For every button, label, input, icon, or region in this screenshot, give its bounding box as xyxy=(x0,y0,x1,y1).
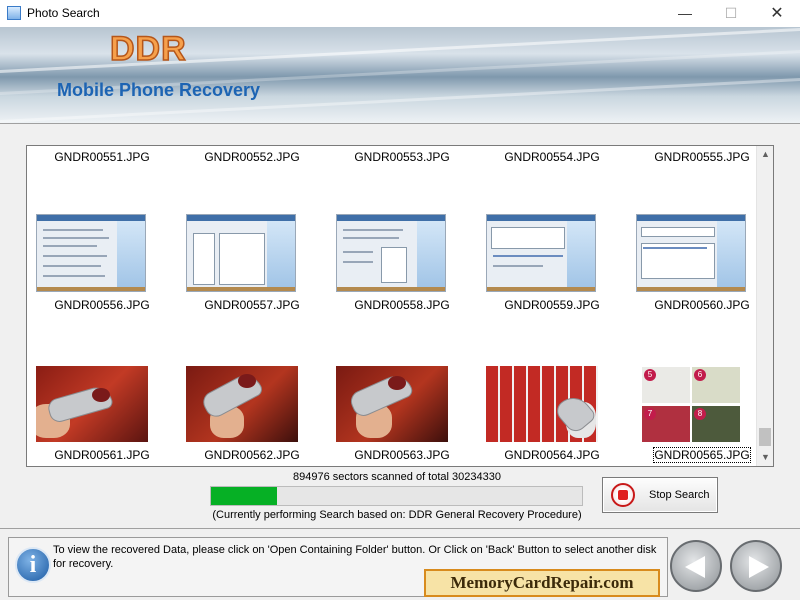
scan-progress-bar xyxy=(210,486,583,506)
file-name: GNDR00551.JPG xyxy=(54,150,150,164)
thumbnail-image xyxy=(36,214,146,292)
back-button[interactable] xyxy=(670,540,722,592)
next-button[interactable] xyxy=(730,540,782,592)
back-arrow-icon xyxy=(685,556,705,578)
scroll-up-icon[interactable]: ▲ xyxy=(757,146,773,163)
file-name: GNDR00562.JPG xyxy=(204,448,300,462)
thumbnail-image xyxy=(186,366,298,442)
brand-logo: DDR xyxy=(109,29,187,69)
thumbnail-image xyxy=(336,214,446,292)
watermark-logo: MemoryCardRepair.com xyxy=(424,569,660,597)
bottom-bar: i To view the recovered Data, please cli… xyxy=(0,528,800,600)
stop-search-label: Stop Search xyxy=(649,489,710,501)
vertical-scrollbar[interactable]: ▲ ▼ xyxy=(756,146,773,466)
progress-fill xyxy=(211,487,277,505)
collage-number: 8 xyxy=(694,408,706,420)
next-arrow-icon xyxy=(749,556,769,578)
results-panel: GNDR00551.JPG GNDR00552.JPG GNDR00553.JP… xyxy=(0,123,800,528)
file-name: GNDR00558.JPG xyxy=(354,298,450,312)
close-button[interactable]: ✕ xyxy=(754,0,800,27)
title-bar: Photo Search — ☐ ✕ xyxy=(0,0,800,27)
file-name-wrap: GNDR00565.JPG xyxy=(627,447,773,463)
file-name: GNDR00553.JPG xyxy=(354,150,450,164)
file-name: GNDR00559.JPG xyxy=(504,298,600,312)
window-title: Photo Search xyxy=(27,6,100,20)
file-name: GNDR00564.JPG xyxy=(504,448,600,462)
info-icon: i xyxy=(15,547,51,583)
file-name: GNDR00555.JPG xyxy=(654,150,750,164)
thumbnail-grid[interactable]: GNDR00551.JPG GNDR00552.JPG GNDR00553.JP… xyxy=(26,145,774,467)
stop-search-button[interactable]: Stop Search xyxy=(602,477,718,513)
product-subtitle: Mobile Phone Recovery xyxy=(57,80,261,100)
stop-icon xyxy=(611,483,635,507)
collage-number: 7 xyxy=(644,408,656,420)
thumbnail-image xyxy=(486,366,598,442)
file-name: GNDR00560.JPG xyxy=(654,298,750,312)
file-name: GNDR00561.JPG xyxy=(54,448,150,462)
scrollbar-thumb[interactable] xyxy=(759,428,771,446)
thumbnail-image xyxy=(336,366,448,442)
collage-number: 6 xyxy=(694,369,706,381)
info-message: To view the recovered Data, please click… xyxy=(53,544,657,570)
procedure-status: (Currently performing Search based on: D… xyxy=(212,509,582,521)
app-icon xyxy=(7,6,21,20)
maximize-button[interactable]: ☐ xyxy=(708,0,754,27)
file-name: GNDR00563.JPG xyxy=(354,448,450,462)
file-name: GNDR00552.JPG xyxy=(204,150,300,164)
file-name: GNDR00556.JPG xyxy=(54,298,150,312)
thumbnail-image xyxy=(636,214,746,292)
thumbnail-image xyxy=(186,214,296,292)
thumbnail-image: 5 6 7 8 xyxy=(641,366,741,444)
sectors-status: 894976 sectors scanned of total 30234330 xyxy=(293,471,501,483)
scroll-down-icon[interactable]: ▼ xyxy=(757,449,773,466)
file-name: GNDR00554.JPG xyxy=(504,150,600,164)
header-banner: DDR Mobile Phone Recovery xyxy=(0,27,800,123)
thumbnail-image xyxy=(486,214,596,292)
collage-number: 5 xyxy=(644,369,656,381)
minimize-button[interactable]: — xyxy=(662,0,708,27)
thumbnail-image xyxy=(36,366,148,442)
file-name: GNDR00557.JPG xyxy=(204,298,300,312)
selected-file-name: GNDR00565.JPG xyxy=(653,447,751,463)
thumbnail-grid-content: GNDR00551.JPG GNDR00552.JPG GNDR00553.JP… xyxy=(27,146,757,466)
